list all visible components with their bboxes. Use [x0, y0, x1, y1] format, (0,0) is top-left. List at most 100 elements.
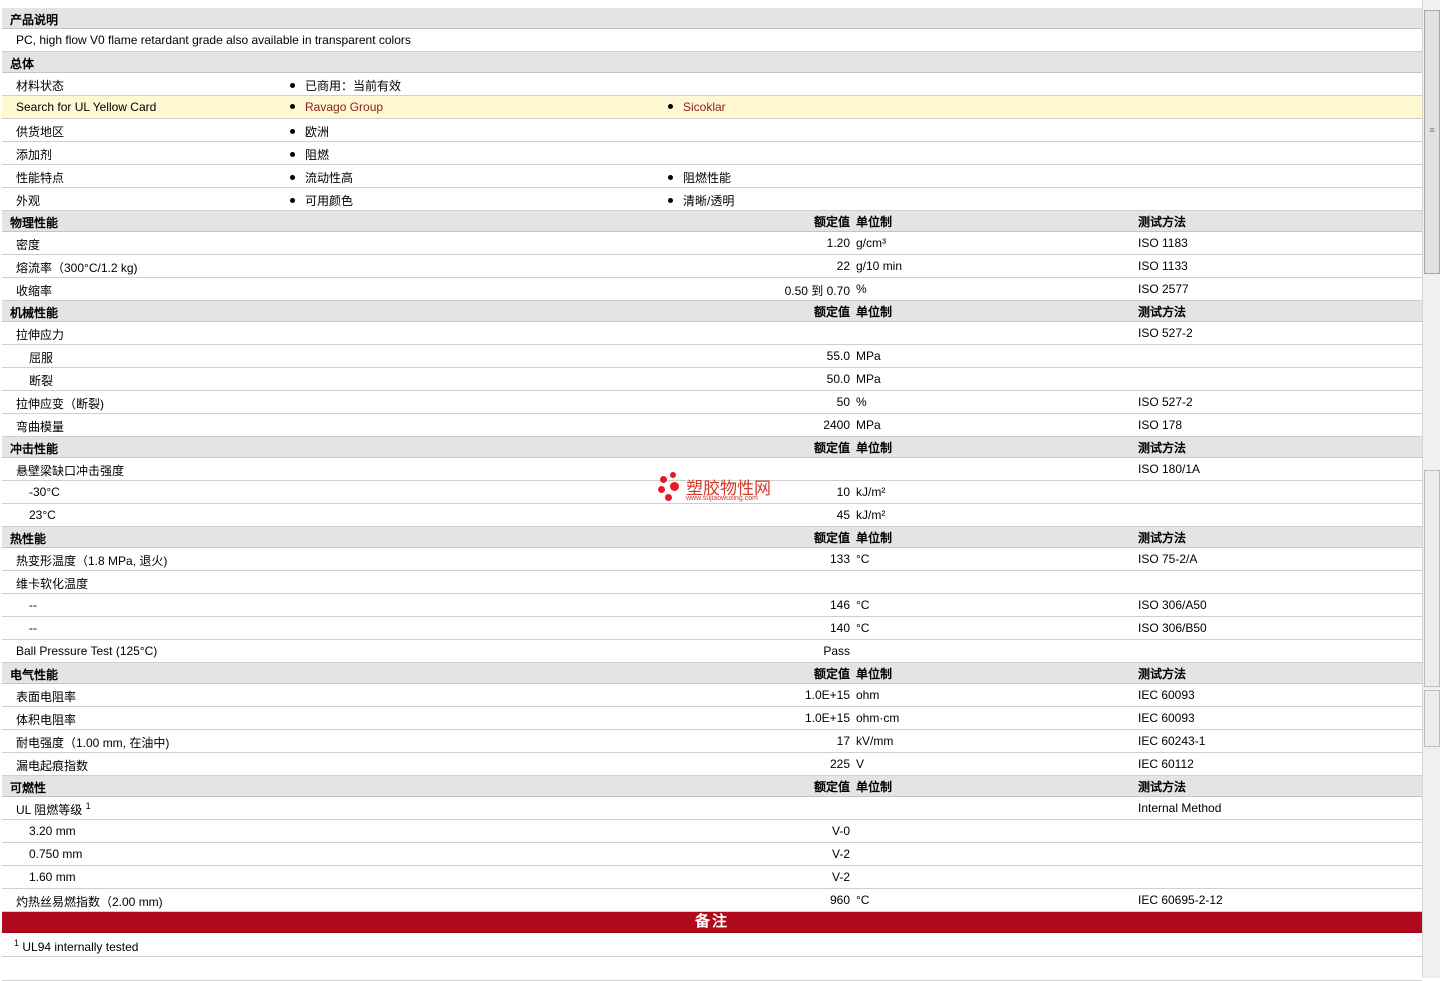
footnote-number: 1 [14, 938, 20, 948]
property-label: 热变形温度（1.8 MPa, 退火) [16, 554, 168, 568]
property-unit: % [856, 395, 867, 409]
property-method: ISO 178 [1138, 418, 1183, 432]
property-method: IEC 60093 [1138, 711, 1195, 725]
table-row: 3.20 mm V-0 [2, 820, 1422, 843]
ul-yellow-card-label: Search for UL Yellow Card [16, 100, 157, 114]
property-label: 断裂 [29, 374, 54, 388]
property-method: ISO 180/1A [1138, 462, 1201, 476]
property-value: 45 [836, 508, 850, 522]
property-method: IEC 60695-2-12 [1138, 893, 1223, 907]
property-label: 熔流率（300°C/1.2 kg) [16, 261, 138, 275]
section-title: 电气性能 [10, 668, 59, 682]
property-method: IEC 60112 [1138, 757, 1194, 771]
watermark-logo: 塑胶物性网 www.sujiaowuxing.com [656, 472, 796, 508]
section-physical: 物理性能 额定值 单位制 测试方法 [2, 211, 1422, 232]
property-value: 146 [829, 598, 850, 612]
table-row: 表面电阻率 1.0E+15 ohm IEC 60093 [2, 684, 1422, 707]
bullet-icon [290, 104, 295, 110]
general-row-status: 材料状态 已商用：当前有效 [2, 73, 1422, 96]
table-row: 热变形温度（1.8 MPa, 退火) 133 °C ISO 75-2/A [2, 548, 1422, 571]
general-row-appearance: 外观 可用颜色 清晰/透明 [2, 188, 1422, 211]
logo-dot [670, 472, 676, 478]
table-row: 拉伸应力 ISO 527-2 [2, 322, 1422, 345]
note-item: 1 UL94 internally tested [2, 933, 1422, 957]
property-label: -- [29, 621, 37, 635]
section-title: 机械性能 [10, 306, 59, 320]
header-value: 额定值 [813, 667, 850, 681]
sicoklar-link[interactable]: Sicoklar [668, 100, 726, 114]
table-row: 0.750 mm V-2 [2, 843, 1422, 866]
property-method: Internal Method [1138, 801, 1222, 815]
table-row: Ball Pressure Test (125°C) Pass [2, 640, 1422, 663]
section-electrical: 电气性能 额定值 单位制 测试方法 [2, 663, 1422, 684]
property-unit: MPa [856, 349, 881, 363]
property-label: UL 阻燃等级 1 [16, 801, 91, 817]
property-value: 17 [836, 734, 850, 748]
bullet-item: 阻燃 [290, 146, 329, 163]
scrollbar-track-segment[interactable] [1424, 470, 1440, 687]
row-label: 外观 [16, 194, 41, 208]
table-row: 收缩率 0.50 到 0.70 % ISO 2577 [2, 278, 1422, 301]
property-label: 0.750 mm [29, 847, 83, 861]
property-unit: °C [856, 621, 870, 635]
section-impact: 冲击性能 额定值 单位制 测试方法 [2, 437, 1422, 458]
bullet-icon [290, 129, 295, 135]
property-label: 悬壁梁缺口冲击强度 [16, 464, 125, 478]
property-label: 屈服 [29, 351, 54, 365]
product-description-row: PC, high flow V0 flame retardant grade a… [2, 29, 1422, 52]
table-row: -- 140 °C ISO 306/B50 [2, 617, 1422, 640]
header-method: 测试方法 [1138, 667, 1187, 681]
header-method: 测试方法 [1138, 305, 1187, 319]
property-unit: g/cm³ [856, 236, 886, 250]
property-unit: kJ/m² [856, 485, 886, 499]
product-description: PC, high flow V0 flame retardant grade a… [16, 33, 411, 47]
scrollbar-thumb[interactable]: ≡ [1424, 10, 1440, 274]
property-label: 耐电强度（1.00 mm, 在油中) [16, 736, 170, 750]
property-value: Pass [823, 644, 850, 658]
property-unit: g/10 min [856, 259, 903, 273]
bullet-icon [668, 104, 673, 110]
logo-dot [670, 482, 679, 491]
table-row: 耐电强度（1.00 mm, 在油中) 17 kV/mm IEC 60243-1 [2, 730, 1422, 753]
header-value: 额定值 [813, 305, 850, 319]
property-method: ISO 1183 [1138, 236, 1188, 250]
property-label: 收缩率 [16, 284, 53, 298]
header-value: 额定值 [813, 531, 850, 545]
table-row: 1.60 mm V-2 [2, 866, 1422, 889]
bullet-icon [290, 175, 295, 181]
table-row: 拉伸应变（断裂) 50 % ISO 527-2 [2, 391, 1422, 414]
header-unit: 单位制 [856, 215, 893, 229]
section-flammability: 可燃性 额定值 单位制 测试方法 [2, 776, 1422, 797]
bullet-item: 流动性高 [290, 169, 353, 186]
property-unit: kV/mm [856, 734, 894, 748]
section-title: 冲击性能 [10, 442, 59, 456]
header-unit: 单位制 [856, 441, 893, 455]
general-row-region: 供货地区 欧洲 [2, 119, 1422, 142]
table-row: 屈服 55.0 MPa [2, 345, 1422, 368]
property-value: V-2 [831, 870, 850, 884]
table-row: 灼热丝易燃指数（2.00 mm) 960 °C IEC 60695-2-12 [2, 889, 1422, 912]
bullet-icon [668, 175, 673, 181]
property-unit: °C [856, 893, 870, 907]
property-unit: % [856, 282, 867, 296]
property-label: 密度 [16, 238, 41, 252]
property-method: ISO 2577 [1138, 282, 1189, 296]
table-row: -- 146 °C ISO 306/A50 [2, 594, 1422, 617]
header-value: 额定值 [813, 441, 850, 455]
table-row: 熔流率（300°C/1.2 kg) 22 g/10 min ISO 1133 [2, 255, 1422, 278]
property-label: Ball Pressure Test (125°C) [16, 644, 158, 658]
header-method: 测试方法 [1138, 531, 1187, 545]
grip-icon: ≡ [1429, 125, 1435, 135]
ravago-group-link[interactable]: Ravago Group [290, 100, 383, 114]
vertical-scrollbar[interactable]: ≡ [1422, 0, 1440, 978]
property-unit: °C [856, 598, 870, 612]
scrollbar-track-segment[interactable] [1424, 690, 1440, 747]
bullet-item: 阻燃性能 [668, 169, 731, 186]
row-label: 性能特点 [16, 171, 65, 185]
section-title: 产品说明 [10, 13, 59, 27]
watermark-url: www.sujiaowuxing.com [686, 495, 758, 502]
header-unit: 单位制 [856, 667, 893, 681]
header-value: 额定值 [813, 215, 850, 229]
bullet-icon [290, 198, 295, 204]
logo-dot [665, 494, 672, 501]
